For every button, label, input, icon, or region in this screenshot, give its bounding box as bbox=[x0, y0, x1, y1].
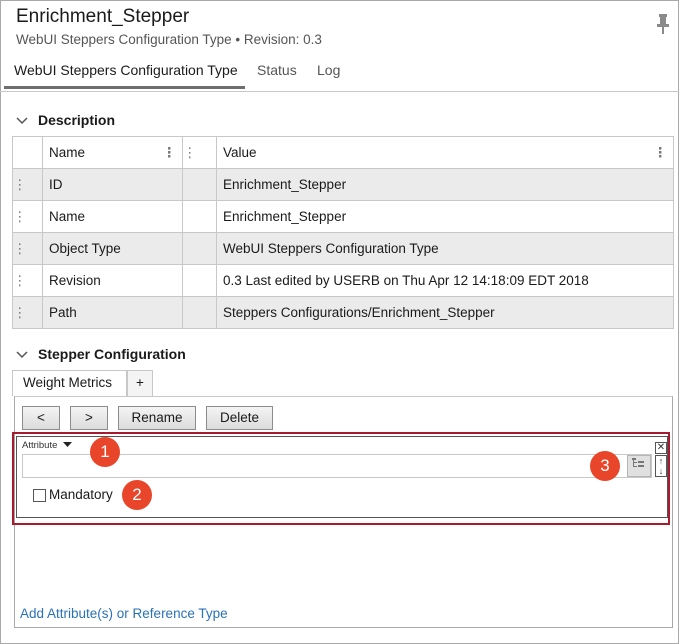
callout-badge-2: 2 bbox=[122, 480, 152, 510]
table-row: ⋮ Path Steppers Configurations/Enrichmen… bbox=[12, 296, 674, 329]
row-grip-icon[interactable]: ⋮ bbox=[12, 232, 43, 265]
tab-configuration-type[interactable]: WebUI Steppers Configuration Type bbox=[14, 62, 238, 78]
row-name-cell: ID bbox=[42, 168, 183, 201]
chevron-down-icon bbox=[16, 346, 30, 362]
row-name-cell: Name bbox=[42, 200, 183, 233]
row-value-cell: Enrichment_Stepper bbox=[216, 200, 674, 233]
description-title: Description bbox=[38, 112, 116, 128]
row-name-cell: Path bbox=[42, 296, 183, 329]
column-menu-icon[interactable]: ⋮ bbox=[163, 145, 177, 161]
row-spacer-cell bbox=[182, 232, 217, 265]
column-value-label: Value bbox=[223, 144, 257, 160]
mandatory-label: Mandatory bbox=[49, 487, 113, 502]
table-row: ⋮ Revision 0.3 Last edited by USERB on T… bbox=[12, 264, 674, 297]
row-value-cell: 0.3 Last edited by USERB on Thu Apr 12 1… bbox=[216, 264, 674, 297]
description-table: Name ⋮ ⋮ Value ⋮ ⋮ ID Enrichment_Stepper… bbox=[12, 136, 674, 329]
attribute-selector[interactable]: Attribute bbox=[20, 440, 75, 451]
tree-browse-icon[interactable] bbox=[627, 455, 651, 477]
next-step-button[interactable]: > bbox=[70, 406, 108, 430]
active-tab-indicator bbox=[4, 86, 245, 89]
callout-badge-1: 1 bbox=[90, 437, 120, 467]
row-value-cell: Enrichment_Stepper bbox=[216, 168, 674, 201]
table-header-row: Name ⋮ ⋮ Value ⋮ bbox=[12, 136, 674, 169]
pin-icon[interactable] bbox=[657, 14, 669, 37]
caret-down-icon[interactable] bbox=[60, 440, 73, 451]
row-name-cell: Object Type bbox=[42, 232, 183, 265]
header-grip-cell bbox=[12, 136, 43, 169]
main-tabs: WebUI Steppers Configuration Type Status… bbox=[0, 60, 679, 92]
mandatory-checkbox[interactable] bbox=[33, 489, 46, 502]
column-header-name[interactable]: Name ⋮ bbox=[42, 136, 183, 169]
row-spacer-cell bbox=[182, 200, 217, 233]
row-name-cell: Revision bbox=[42, 264, 183, 297]
row-grip-icon[interactable]: ⋮ bbox=[12, 168, 43, 201]
column-menu-icon[interactable]: ⋮ bbox=[654, 145, 668, 161]
stepper-section-header[interactable]: Stepper Configuration bbox=[16, 346, 186, 362]
stepper-title: Stepper Configuration bbox=[38, 346, 186, 362]
attribute-label: Attribute bbox=[22, 440, 58, 451]
row-spacer-cell bbox=[182, 264, 217, 297]
add-attribute-link[interactable]: Add Attribute(s) or Reference Type bbox=[20, 606, 228, 621]
table-row: ⋮ Object Type WebUI Steppers Configurati… bbox=[12, 232, 674, 265]
chevron-down-icon bbox=[16, 112, 30, 128]
row-grip-icon[interactable]: ⋮ bbox=[12, 296, 43, 329]
tab-log[interactable]: Log bbox=[317, 62, 340, 78]
row-grip-icon[interactable]: ⋮ bbox=[12, 200, 43, 233]
row-spacer-cell bbox=[182, 168, 217, 201]
remove-attribute-icon[interactable]: ✕ bbox=[655, 442, 667, 454]
column-name-label: Name bbox=[49, 144, 86, 160]
column-header-value[interactable]: Value ⋮ bbox=[216, 136, 674, 169]
table-row: ⋮ Name Enrichment_Stepper bbox=[12, 200, 674, 233]
row-spacer-cell bbox=[182, 296, 217, 329]
description-section-header[interactable]: Description bbox=[16, 112, 115, 128]
subtab-weight-metrics[interactable]: Weight Metrics bbox=[12, 370, 127, 396]
page-title: Enrichment_Stepper bbox=[16, 6, 190, 27]
tab-status[interactable]: Status bbox=[257, 62, 297, 78]
previous-step-button[interactable]: < bbox=[22, 406, 60, 430]
delete-button[interactable]: Delete bbox=[206, 406, 273, 430]
table-row: ⋮ ID Enrichment_Stepper bbox=[12, 168, 674, 201]
row-grip-icon[interactable]: ⋮ bbox=[12, 264, 43, 297]
callout-badge-3: 3 bbox=[590, 451, 620, 481]
add-tab-button[interactable]: + bbox=[127, 370, 153, 396]
reorder-arrows-icon[interactable]: ↑ ↓ bbox=[655, 455, 667, 477]
header-grip-cell-2[interactable]: ⋮ bbox=[182, 136, 217, 169]
row-value-cell: Steppers Configurations/Enrichment_Stepp… bbox=[216, 296, 674, 329]
page-subtitle: WebUI Steppers Configuration Type • Revi… bbox=[16, 32, 322, 47]
rename-button[interactable]: Rename bbox=[118, 406, 196, 430]
row-value-cell: WebUI Steppers Configuration Type bbox=[216, 232, 674, 265]
